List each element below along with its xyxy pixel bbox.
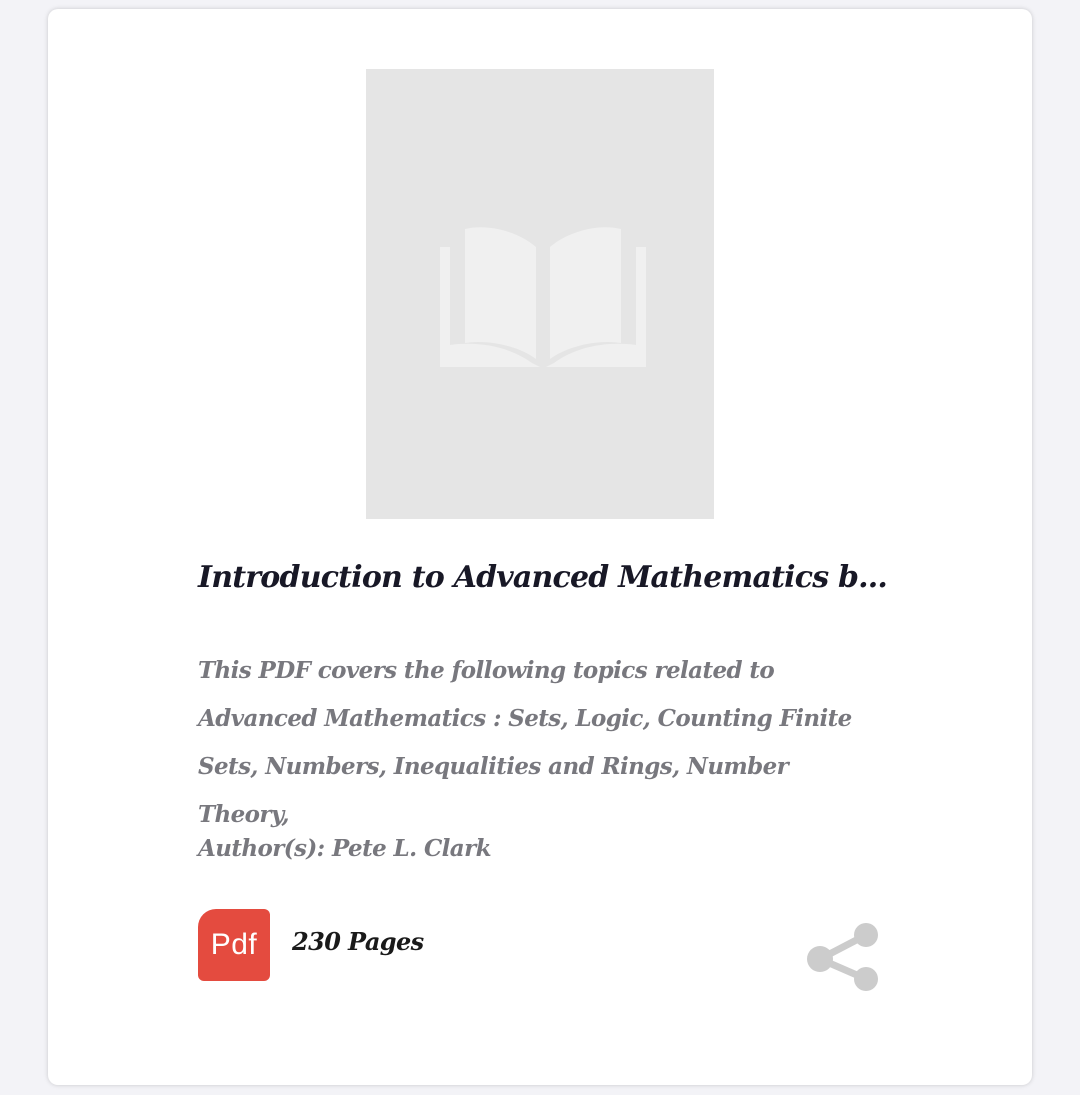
open-book-icon (440, 227, 646, 367)
book-description: This PDF covers the following topics rel… (198, 657, 852, 828)
pdf-icon[interactable]: Pdf (198, 909, 270, 981)
share-button[interactable] (806, 919, 886, 999)
book-cover-placeholder[interactable] (366, 69, 714, 519)
book-title[interactable]: Introduction to Advanced Mathematics b..… (198, 560, 898, 595)
page-count: 230 Pages (292, 927, 424, 956)
book-card: Introduction to Advanced Mathematics b..… (48, 9, 1032, 1085)
share-icon (807, 923, 878, 991)
book-author: Author(s): Pete L. Clark (198, 835, 492, 862)
